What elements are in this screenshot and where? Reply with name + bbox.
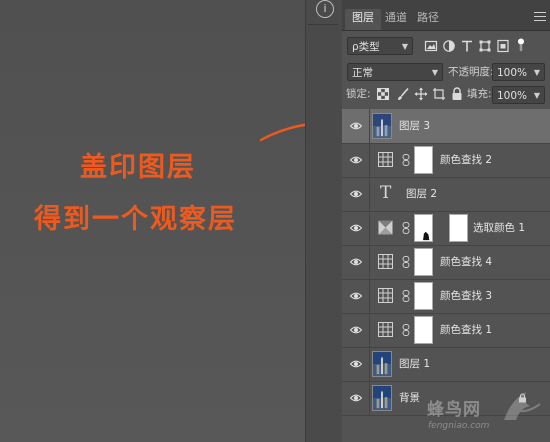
row-divider [369, 313, 370, 347]
collapsed-panel-strip [305, 0, 343, 442]
blend-mode-select[interactable]: 正常 ▼ [347, 63, 443, 81]
layer-name: 图层 3 [399, 120, 431, 132]
mask-link-chain-icon[interactable] [402, 256, 410, 268]
layer-mask-thumbnail[interactable] [414, 316, 433, 344]
fill-label: 填充: [467, 88, 492, 100]
blend-row: 正常 ▼ 不透明度: 100% ▼ [342, 62, 550, 82]
row-divider [369, 143, 370, 177]
lock-artboard-icon[interactable] [432, 87, 446, 101]
mask-link-chain-icon[interactable] [402, 324, 410, 336]
type-filter-icon[interactable] [460, 39, 474, 53]
filter-row: ρ类型 ▼ [342, 36, 550, 56]
row-divider [369, 109, 370, 143]
annotation-line-1: 盖印图层 [80, 152, 196, 183]
image-filter-icon[interactable] [424, 39, 438, 53]
strip-divider [308, 24, 338, 25]
mask-link-chain-icon[interactable] [402, 290, 410, 302]
layer-name: 图层 2 [406, 188, 438, 200]
info-icon[interactable]: i [316, 0, 334, 18]
lock-transparent-icon[interactable] [376, 87, 390, 101]
chevron-down-icon: ▼ [533, 91, 540, 100]
row-divider [369, 211, 370, 245]
color-lookup-grid-icon [378, 288, 393, 303]
layer-row[interactable]: 选取颜色 1 [342, 211, 550, 246]
opacity-field[interactable]: 100% ▼ [492, 63, 545, 81]
layer-row[interactable]: 图层 3 [342, 109, 550, 144]
panel-tab-bar: 图层 通道 路径 [342, 0, 550, 31]
layer-name: 选取颜色 1 [473, 222, 526, 234]
layer-row[interactable]: 颜色查找 4 [342, 245, 550, 280]
layer-name: 颜色查找 2 [440, 154, 493, 166]
layer-mask-thumbnail[interactable] [414, 146, 433, 174]
layer-row[interactable]: 颜色查找 1 [342, 313, 550, 348]
layer-name: 颜色查找 4 [440, 256, 493, 268]
visibility-eye-icon[interactable] [350, 120, 362, 132]
layer-row[interactable]: 颜色查找 3 [342, 279, 550, 314]
row-divider [369, 245, 370, 279]
layer-mask-thumbnail[interactable] [414, 248, 433, 276]
mask-link-chain-icon[interactable] [402, 154, 410, 166]
lock-position-move-icon[interactable] [414, 87, 428, 101]
smart-object-filter-icon[interactable] [496, 39, 510, 53]
layer-thumbnail-icon [372, 113, 392, 139]
layer-mask-thumbnail[interactable] [449, 214, 468, 242]
row-divider [369, 347, 370, 381]
visibility-eye-icon[interactable] [350, 290, 362, 302]
visibility-eye-icon[interactable] [350, 324, 362, 336]
row-divider [369, 279, 370, 313]
watermark-url: fengniao.com [428, 421, 490, 431]
lock-all-icon[interactable] [450, 87, 464, 101]
lock-label: 锁定: [346, 88, 371, 100]
selective-color-icon [378, 220, 393, 235]
chevron-down-icon: ▼ [431, 68, 438, 77]
layer-name: 图层 1 [399, 358, 431, 370]
layer-thumbnail-icon [372, 385, 392, 411]
filter-toggle-icon[interactable] [514, 38, 528, 52]
row-divider [369, 381, 370, 415]
filter-kind-select[interactable]: ρ类型 ▼ [347, 37, 413, 55]
layer-row[interactable]: 图层 1 [342, 347, 550, 382]
tab-layers[interactable]: 图层 [345, 9, 381, 30]
fill-value: 100% [497, 90, 528, 102]
mask-link-chain-icon[interactable] [402, 222, 410, 234]
visibility-eye-icon[interactable] [350, 392, 362, 404]
fill-field[interactable]: 100% ▼ [492, 86, 545, 104]
opacity-value: 100% [497, 67, 528, 79]
visibility-eye-icon[interactable] [350, 188, 362, 200]
layer-mask-thumbnail[interactable] [414, 282, 433, 310]
annotation-line-2: 得到一个观察层 [34, 204, 237, 235]
filter-kind-value: ρ类型 [352, 41, 380, 53]
color-lookup-grid-icon [378, 322, 393, 337]
watermark-text: 蜂鸟网 [427, 400, 481, 420]
tab-channels[interactable]: 通道 [382, 9, 410, 30]
blend-mode-value: 正常 [352, 67, 373, 79]
opacity-label: 不透明度: [448, 66, 494, 78]
layer-name: 颜色查找 1 [440, 324, 493, 336]
chevron-down-icon: ▼ [533, 68, 540, 77]
lock-pixels-brush-icon[interactable] [396, 87, 410, 101]
panel-menu-icon[interactable] [534, 12, 546, 22]
chevron-down-icon: ▼ [401, 42, 408, 51]
layer-thumbnail-icon [372, 351, 392, 377]
visibility-eye-icon[interactable] [350, 222, 362, 234]
fengniao-logo-icon [504, 392, 541, 420]
color-lookup-grid-icon [378, 254, 393, 269]
visibility-eye-icon[interactable] [350, 154, 362, 166]
text-layer-icon: T [380, 183, 392, 203]
layers-panel: 图层 通道 路径 ρ类型 ▼ 正常 ▼ 不透明度: 100% ▼ 锁定: 填充:… [342, 0, 550, 442]
row-divider [369, 177, 370, 211]
visibility-eye-icon[interactable] [350, 256, 362, 268]
lock-row: 锁定: 填充: 100% ▼ [342, 84, 550, 106]
color-lookup-grid-icon [378, 152, 393, 167]
tab-paths[interactable]: 路径 [414, 9, 442, 30]
shape-filter-icon[interactable] [478, 39, 492, 53]
layer-mask-thumbnail[interactable] [414, 214, 433, 242]
adjustment-filter-icon[interactable] [442, 39, 456, 53]
layer-row[interactable]: 颜色查找 2 [342, 143, 550, 178]
layer-name: 背景 [399, 392, 420, 404]
layer-row[interactable]: T 图层 2 [342, 177, 550, 212]
visibility-eye-icon[interactable] [350, 358, 362, 370]
layer-name: 颜色查找 3 [440, 290, 493, 302]
